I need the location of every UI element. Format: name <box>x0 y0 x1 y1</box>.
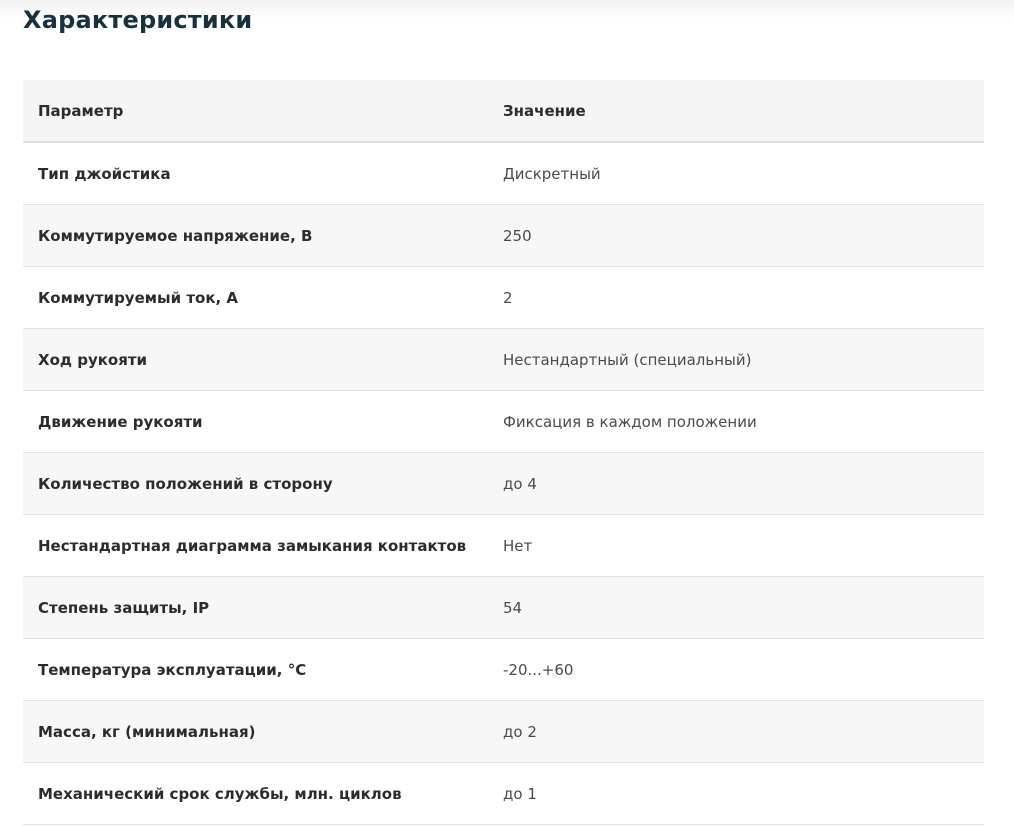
value-cell: 54 <box>503 598 523 617</box>
table-header-row: Параметр Значение <box>23 80 984 143</box>
param-cell: Коммутируемый ток, А <box>38 288 239 307</box>
param-cell: Тип джойстика <box>38 164 171 183</box>
column-header-value: Значение <box>503 101 586 120</box>
table-row: Количество положений в сторону до 4 <box>23 453 984 515</box>
table-row: Коммутируемый ток, А 2 <box>23 267 984 329</box>
param-cell: Количество положений в сторону <box>38 474 333 493</box>
value-cell: Нет <box>503 536 533 555</box>
table-row: Температура эксплуатации, °С -20...+60 <box>23 639 984 701</box>
table-row: Масса, кг (минимальная) до 2 <box>23 701 984 763</box>
specs-table: Параметр Значение Тип джойстика Дискретн… <box>23 80 984 825</box>
table-row: Ход рукояти Нестандартный (специальный) <box>23 329 984 391</box>
table-row: Тип джойстика Дискретный <box>23 143 984 205</box>
value-cell: -20...+60 <box>503 660 574 679</box>
table-row: Механический срок службы, млн. циклов до… <box>23 763 984 825</box>
table-row: Нестандартная диаграмма замыкания контак… <box>23 515 984 577</box>
value-cell: Нестандартный (специальный) <box>503 350 752 369</box>
param-cell: Степень защиты, IP <box>38 598 210 617</box>
section-title: Характеристики <box>23 6 253 34</box>
param-cell: Масса, кг (минимальная) <box>38 722 256 741</box>
param-cell: Ход рукояти <box>38 350 148 369</box>
value-cell: Фиксация в каждом положении <box>503 412 757 431</box>
table-row: Степень защиты, IP 54 <box>23 577 984 639</box>
param-cell: Механический срок службы, млн. циклов <box>38 784 402 803</box>
value-cell: до 4 <box>503 474 537 493</box>
value-cell: до 1 <box>503 784 537 803</box>
table-row: Коммутируемое напряжение, В 250 <box>23 205 984 267</box>
table-row: Движение рукояти Фиксация в каждом полож… <box>23 391 984 453</box>
param-cell: Движение рукояти <box>38 412 203 431</box>
param-cell: Коммутируемое напряжение, В <box>38 226 313 245</box>
param-cell: Нестандартная диаграмма замыкания контак… <box>38 536 467 555</box>
value-cell: 2 <box>503 288 513 307</box>
value-cell: Дискретный <box>503 164 601 183</box>
value-cell: до 2 <box>503 722 537 741</box>
column-header-param: Параметр <box>38 101 124 120</box>
param-cell: Температура эксплуатации, °С <box>38 660 307 679</box>
value-cell: 250 <box>503 226 532 245</box>
characteristics-section: Характеристики Параметр Значение Тип джо… <box>0 0 1014 826</box>
